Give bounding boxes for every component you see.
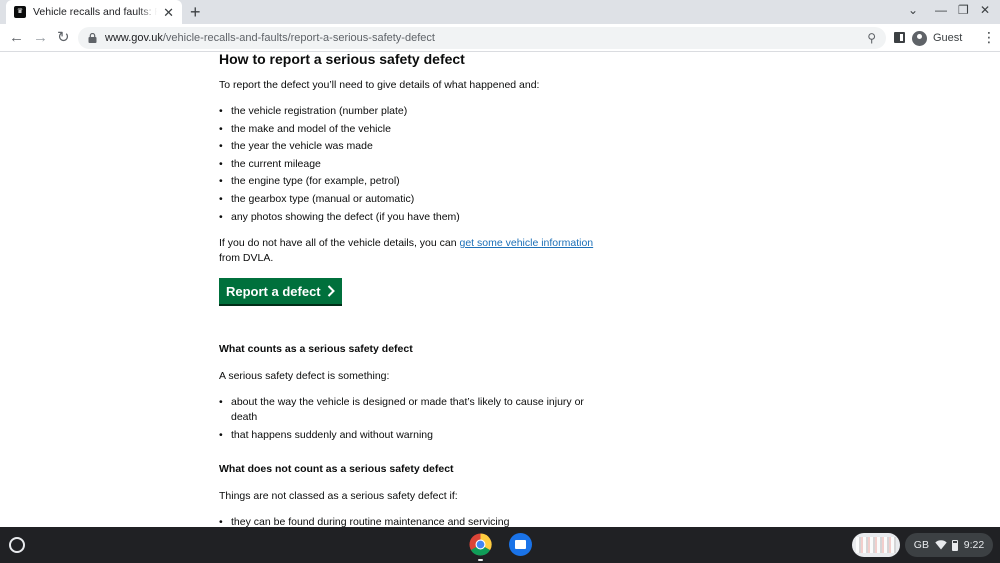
report-defect-button[interactable]: Report a defect [219, 278, 342, 304]
list-item: the year the vehicle was made [219, 139, 609, 154]
counts-intro: A serious safety defect is something: [219, 370, 390, 382]
files-app-icon[interactable] [509, 533, 532, 556]
info-text: If you do not have all of the vehicle de… [219, 236, 599, 266]
battery-icon [952, 539, 959, 551]
forward-arrow-icon[interactable]: → [33, 29, 48, 47]
browser-tab[interactable]: ♛ Vehicle recalls and faults: Report a s… [6, 0, 182, 24]
chrome-active-indicator [478, 559, 483, 561]
info-prefix: If you do not have all of the vehicle de… [219, 237, 460, 249]
details-list: the vehicle registration (number plate) t… [219, 104, 609, 227]
keyboard-layout: GB [913, 539, 929, 551]
lock-icon [88, 33, 97, 43]
section-heading: How to report a serious safety defect [219, 53, 465, 67]
profile-label: Guest [933, 32, 963, 44]
chrome-app-icon[interactable] [469, 533, 492, 556]
url-host: www.gov.uk [105, 32, 163, 44]
zoom-magnifier-icon[interactable]: ⚲ [867, 31, 876, 45]
close-window-icon[interactable]: ✕ [980, 3, 990, 17]
govuk-favicon-icon: ♛ [14, 6, 26, 18]
not-counts-list: they can be found during routine mainten… [219, 515, 609, 527]
list-item: the engine type (for example, petrol) [219, 174, 609, 189]
page-content: How to report a serious safety defect To… [0, 53, 1000, 527]
browser-toolbar: ← → ↻ www.gov.uk/vehicle-recalls-and-fau… [0, 24, 1000, 52]
not-counts-heading: What does not count as a serious safety … [219, 463, 454, 475]
guest-avatar-icon [912, 30, 927, 46]
list-item: about the way the vehicle is designed or… [219, 395, 599, 425]
restore-icon[interactable]: ❐ [958, 3, 969, 17]
status-tray[interactable]: GB 9:22 [905, 533, 993, 557]
vehicle-information-link[interactable]: get some vehicle information [460, 237, 594, 249]
wifi-icon [934, 540, 947, 550]
address-bar[interactable]: www.gov.uk/vehicle-recalls-and-faults/re… [78, 27, 886, 49]
minimize-icon[interactable]: — [935, 3, 947, 17]
clock: 9:22 [963, 539, 985, 551]
list-item: the vehicle registration (number plate) [219, 104, 609, 119]
more-menu-icon[interactable]: ⋮ [982, 28, 996, 46]
counts-heading: What counts as a serious safety defect [219, 343, 413, 355]
launcher-icon[interactable] [9, 537, 25, 553]
new-tab-button[interactable]: + [190, 2, 201, 22]
reload-icon[interactable]: ↻ [57, 29, 70, 47]
account-avatar[interactable] [852, 533, 900, 557]
list-item: the gearbox type (manual or automatic) [219, 192, 609, 207]
tab-strip: ♛ Vehicle recalls and faults: Report a s… [0, 0, 1000, 24]
info-suffix: from DVLA. [219, 252, 274, 264]
chevron-right-icon [327, 285, 335, 297]
list-item: the current mileage [219, 157, 609, 172]
intro-text: To report the defect you’ll need to give… [219, 79, 540, 91]
counts-list: about the way the vehicle is designed or… [219, 395, 599, 445]
list-item: that happens suddenly and without warnin… [219, 428, 599, 443]
tab-close-icon[interactable]: ✕ [163, 6, 174, 19]
side-panel-icon[interactable] [894, 32, 905, 43]
list-item: they can be found during routine mainten… [219, 515, 609, 527]
tab-title: Vehicle recalls and faults: Report a ser… [33, 6, 157, 18]
tab-search-chevron-icon[interactable]: ⌄ [908, 3, 918, 17]
back-arrow-icon[interactable]: ← [9, 29, 24, 47]
report-defect-label: Report a defect [226, 283, 321, 299]
list-item: the make and model of the vehicle [219, 122, 609, 137]
url-path: /vehicle-recalls-and-faults/report-a-ser… [162, 32, 435, 44]
os-shelf: GB 9:22 [0, 527, 1000, 563]
profile-button[interactable]: Guest [912, 27, 970, 49]
not-counts-intro: Things are not classed as a serious safe… [219, 490, 458, 502]
list-item: any photos showing the defect (if you ha… [219, 210, 609, 225]
